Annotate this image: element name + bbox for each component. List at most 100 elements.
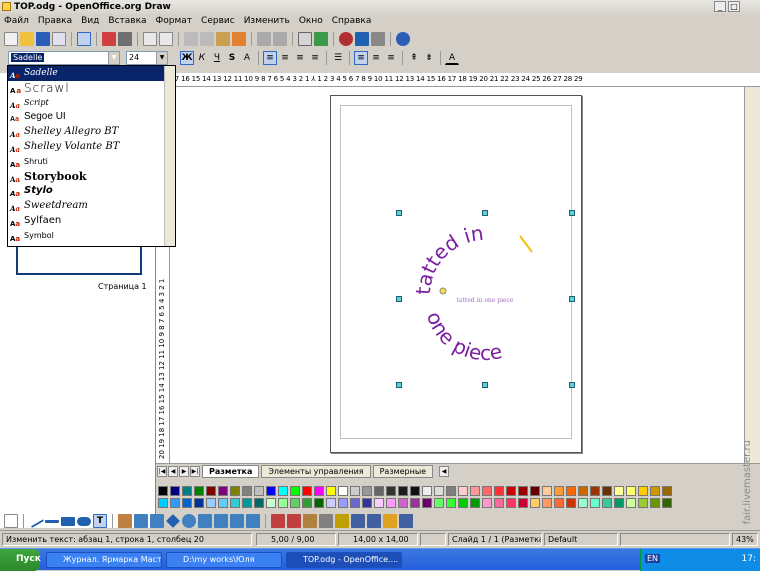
undo-icon[interactable] (257, 31, 271, 46)
color-swatch[interactable] (290, 486, 300, 496)
color-swatch[interactable] (614, 498, 624, 508)
color-swatch[interactable] (362, 486, 372, 496)
extrusion-icon[interactable] (399, 514, 413, 528)
selection-handle[interactable] (569, 210, 575, 216)
color-swatch[interactable] (494, 498, 504, 508)
color-swatch[interactable] (230, 498, 240, 508)
color-swatch[interactable] (290, 498, 300, 508)
color-swatch[interactable] (206, 498, 216, 508)
color-swatch[interactable] (446, 486, 456, 496)
color-swatch[interactable] (638, 486, 648, 496)
menu-help[interactable]: Справка (332, 16, 372, 28)
color-swatch[interactable] (434, 498, 444, 508)
navigator-icon[interactable] (339, 31, 353, 46)
outline-icon[interactable]: A (240, 51, 254, 65)
font-list-item[interactable]: Aa Symbol (8, 229, 175, 244)
font-list-item[interactable]: Aa Shelley Allegro BT (8, 125, 175, 140)
color-swatch[interactable] (410, 486, 420, 496)
gallery-icon[interactable] (355, 31, 369, 46)
color-swatch[interactable] (458, 498, 468, 508)
font-list-item[interactable]: Aa Stylo (8, 184, 175, 199)
vertical-scrollbar[interactable] (744, 87, 760, 463)
language-indicator[interactable]: EN (645, 554, 661, 563)
color-swatch[interactable] (650, 498, 660, 508)
shadow-icon[interactable]: S (225, 51, 239, 65)
arrange-icon[interactable] (383, 514, 397, 528)
chart-icon[interactable] (314, 31, 328, 46)
minimize-icon[interactable]: _ (714, 1, 726, 12)
open-icon[interactable] (20, 31, 34, 46)
hscroll-left-icon[interactable]: ◀ (439, 465, 450, 477)
color-swatch[interactable] (242, 486, 252, 496)
align-left-icon[interactable]: ≡ (263, 51, 277, 65)
first-tab-icon[interactable]: |◀ (157, 465, 167, 477)
color-swatch[interactable] (518, 486, 528, 496)
glue-points-icon[interactable] (287, 514, 301, 528)
save-icon[interactable] (36, 31, 50, 46)
color-swatch[interactable] (530, 498, 540, 508)
color-swatch[interactable] (662, 498, 672, 508)
selection-handle[interactable] (396, 210, 402, 216)
next-tab-icon[interactable]: ▶ (179, 465, 189, 477)
color-swatch[interactable] (566, 498, 576, 508)
color-swatch[interactable] (506, 498, 516, 508)
tab-layout[interactable]: Разметка (202, 464, 260, 478)
menu-edit[interactable]: Правка (38, 16, 72, 28)
font-list-item[interactable]: Aa Sweetdream (8, 199, 175, 214)
anchor-point[interactable] (439, 287, 447, 295)
italic-icon[interactable]: К (195, 51, 209, 65)
color-swatch[interactable] (278, 498, 288, 508)
font-list-dropdown[interactable]: Aa Sadelle Aa Scrawl Aa Script Aa Segoe UI A… (7, 65, 176, 247)
color-swatch[interactable] (218, 498, 228, 508)
color-swatch[interactable] (578, 498, 588, 508)
font-list-scrollbar[interactable] (164, 66, 175, 246)
color-swatch[interactable] (314, 498, 324, 508)
color-swatch[interactable] (398, 486, 408, 496)
align-center-icon[interactable]: ≡ (278, 51, 292, 65)
color-swatch[interactable] (470, 498, 480, 508)
rotate-icon[interactable] (351, 514, 365, 528)
color-swatch[interactable] (362, 498, 372, 508)
color-swatch[interactable] (602, 498, 612, 508)
color-swatch[interactable] (194, 486, 204, 496)
maximize-icon[interactable]: □ (728, 1, 740, 12)
tab-controls[interactable]: Элементы управления (261, 464, 371, 478)
menu-file[interactable]: Файл (4, 16, 29, 28)
curve-icon[interactable] (118, 514, 132, 528)
justify-icon[interactable]: ≡ (308, 51, 322, 65)
decrease-spacing-icon[interactable]: ⇟ (422, 51, 436, 65)
color-swatch[interactable] (590, 498, 600, 508)
chevron-down-icon[interactable]: ▼ (108, 52, 119, 64)
connector-icon[interactable] (134, 514, 148, 528)
color-swatch[interactable] (278, 486, 288, 496)
color-swatch[interactable] (650, 486, 660, 496)
zoom-icon[interactable] (371, 31, 385, 46)
color-swatch[interactable] (170, 486, 180, 496)
color-swatch[interactable] (158, 486, 168, 496)
menu-format[interactable]: Формат (156, 16, 193, 28)
color-swatch[interactable] (314, 486, 324, 496)
color-swatch[interactable] (446, 498, 456, 508)
paste-icon[interactable] (216, 31, 230, 46)
font-list-item[interactable]: Aa Sadelle (8, 66, 175, 81)
font-list-item[interactable]: Aa Storybook (8, 170, 175, 185)
color-swatch[interactable] (434, 486, 444, 496)
font-list-item[interactable]: Aa Script (8, 96, 175, 111)
line-icon[interactable] (27, 514, 45, 528)
font-list-item[interactable]: Aa Segoe UI (8, 110, 175, 125)
help-icon[interactable] (396, 31, 410, 46)
selection-handle[interactable] (569, 296, 575, 302)
color-swatch[interactable] (590, 486, 600, 496)
symbol-shapes-icon[interactable] (182, 514, 196, 528)
points-icon[interactable] (271, 514, 285, 528)
color-swatch[interactable] (614, 486, 624, 496)
stars-icon[interactable] (246, 514, 260, 528)
task-folder[interactable]: D:\my works\Юля (166, 552, 282, 568)
color-swatch[interactable] (530, 486, 540, 496)
color-swatch[interactable] (398, 498, 408, 508)
font-list-item[interactable]: Aa Shelley Volante BT (8, 140, 175, 155)
prev-tab-icon[interactable]: ◀ (168, 465, 178, 477)
color-swatch[interactable] (626, 486, 636, 496)
select-arrow-icon[interactable] (4, 514, 18, 528)
basic-shapes-icon[interactable] (166, 514, 180, 528)
